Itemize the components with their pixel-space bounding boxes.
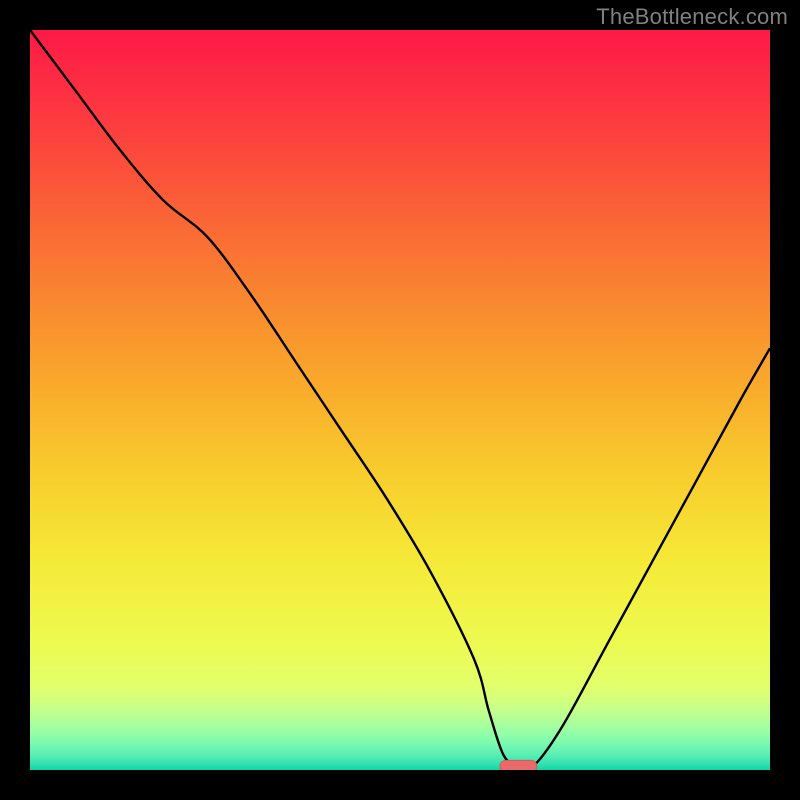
plot-svg: [30, 30, 770, 770]
gradient-background: [30, 30, 770, 770]
optimum-marker: [500, 760, 537, 770]
watermark-text: TheBottleneck.com: [596, 4, 788, 30]
chart-frame: TheBottleneck.com: [0, 0, 800, 800]
plot-area: [30, 30, 770, 770]
